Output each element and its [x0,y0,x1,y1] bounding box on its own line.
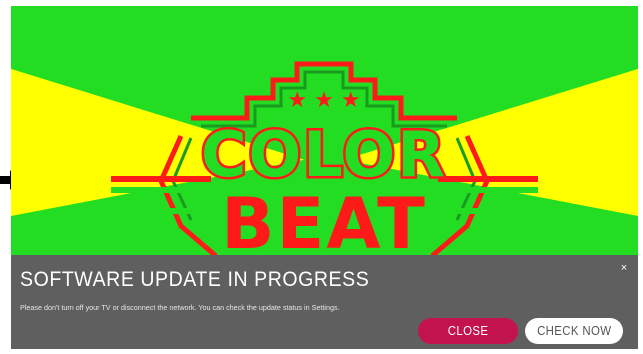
close-icon[interactable]: × [618,262,630,274]
artwork-title-color: COLOR [201,118,447,191]
artwork-stars: ★ ★ ★ [287,88,360,113]
tv-screen: ★ ★ ★ COLOR BEAT SOFTWARE UPDATE IN PROG… [11,6,638,349]
close-button[interactable]: CLOSE [418,318,518,344]
notification-title: SOFTWARE UPDATE IN PROGRESS [20,268,370,291]
notification-message: Please don't turn off your TV or disconn… [20,303,340,312]
check-now-button[interactable]: CHECK NOW [525,318,623,344]
close-button-label: CLOSE [447,323,489,338]
check-now-button-label: CHECK NOW [536,323,612,338]
update-notification: SOFTWARE UPDATE IN PROGRESS Please don't… [11,255,638,349]
artwork-title-beat: BEAT [221,183,427,265]
